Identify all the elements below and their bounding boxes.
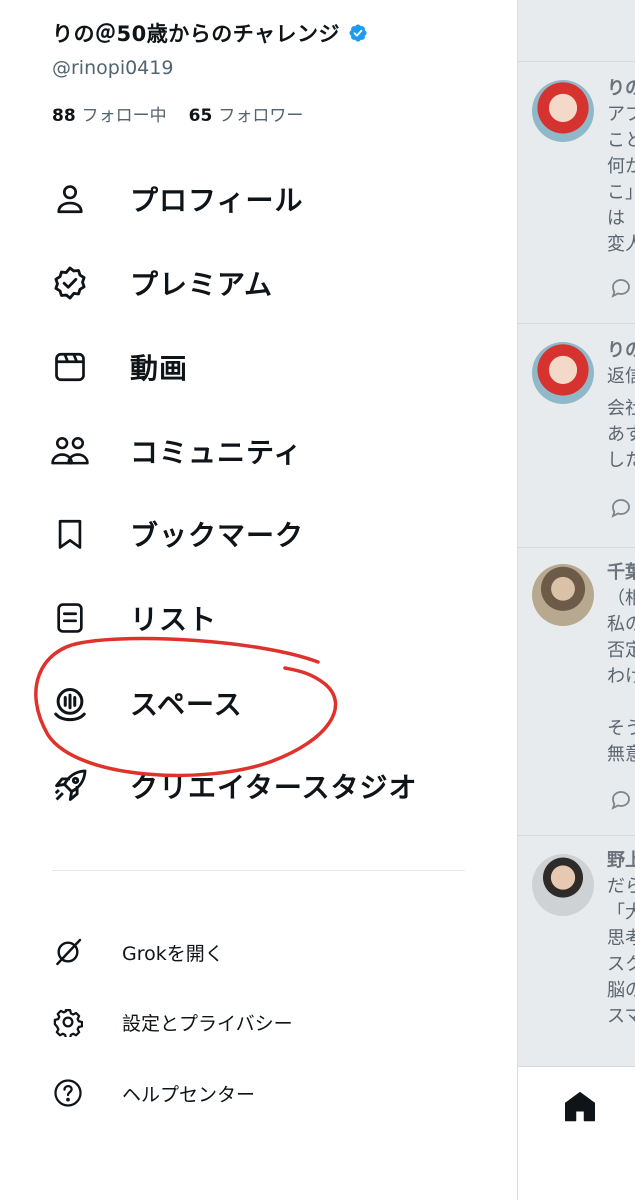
menu-divider xyxy=(52,870,465,871)
help-icon xyxy=(50,1075,86,1111)
menu-item-premium[interactable]: プレミアム xyxy=(50,253,490,313)
tweet[interactable]: りの アプ こと 何か こ」 は「 変人 xyxy=(518,62,635,324)
rocket-icon xyxy=(50,766,90,806)
menu-item-bookmarks[interactable]: ブックマーク xyxy=(50,504,490,564)
followers-label: フォロワー xyxy=(218,106,304,126)
avatar[interactable] xyxy=(532,342,594,404)
tweet-text: りの アプ こと 何か こ」 は「 変人 xyxy=(607,78,635,255)
menu-label-spaces: スペース xyxy=(130,688,243,721)
navigation-drawer: りの＠50歳からのチャレンジ @rinopi0419 88 フォロー中 65 フォロ… xyxy=(0,0,517,1200)
menu-item-settings[interactable]: 設定とプライバシー xyxy=(50,1000,470,1044)
timeline-background: りの アプ こと 何か こ」 は「 変人 りの 返信 会社 あす した 千葉 （… xyxy=(517,0,635,1200)
tweet-text: 野上 だら 「大 思考 スク 脳の スマ xyxy=(607,850,635,1027)
menu-label-help: ヘルプセンター xyxy=(122,1083,256,1106)
following-link[interactable]: 88 フォロー中 xyxy=(52,101,167,126)
profile-name-text: りの＠50歳からのチャレンジ xyxy=(52,22,341,46)
verified-badge-icon xyxy=(349,24,367,42)
menu-item-communities[interactable]: コミュニティ xyxy=(50,421,490,481)
menu-label-grok: Grokを開く xyxy=(122,942,224,965)
menu-item-help[interactable]: ヘルプセンター xyxy=(50,1071,470,1115)
menu-item-profile[interactable]: プロフィール xyxy=(50,169,490,229)
menu-item-creator-studio[interactable]: クリエイタースタジオ xyxy=(50,756,490,816)
following-label: フォロー中 xyxy=(81,106,167,126)
bottom-tab-bar xyxy=(518,1066,635,1200)
menu-label-communities: コミュニティ xyxy=(130,436,303,469)
avatar[interactable] xyxy=(532,854,594,916)
menu-label-lists: リスト xyxy=(130,603,218,636)
menu-item-lists[interactable]: リスト xyxy=(50,588,490,648)
menu-label-premium: プレミアム xyxy=(130,268,274,301)
person-icon xyxy=(50,179,90,219)
spaces-icon xyxy=(50,683,90,723)
following-count: 88 xyxy=(52,106,76,126)
bookmark-icon xyxy=(50,514,90,554)
menu-label-video: 動画 xyxy=(130,352,189,385)
avatar[interactable] xyxy=(532,80,594,142)
reply-icon[interactable] xyxy=(608,496,634,520)
avatar[interactable] xyxy=(532,564,594,626)
reply-icon[interactable] xyxy=(608,276,634,300)
premium-badge-icon xyxy=(50,263,90,303)
video-icon xyxy=(50,347,90,387)
followers-count: 65 xyxy=(188,106,213,126)
menu-label-profile: プロフィール xyxy=(130,184,304,217)
list-icon xyxy=(50,598,90,638)
profile-handle[interactable]: @rinopi0419 xyxy=(52,57,173,79)
menu-item-grok[interactable]: Grokを開く xyxy=(50,930,470,974)
tweet[interactable]: りの 返信 会社 あす した xyxy=(518,324,635,548)
menu-label-settings: 設定とプライバシー xyxy=(122,1012,293,1035)
tweet[interactable]: 野上 だら 「大 思考 スク 脳の スマ xyxy=(518,836,635,1066)
menu-item-spaces[interactable]: スペース xyxy=(50,673,490,733)
grok-icon xyxy=(50,934,86,970)
followers-link[interactable]: 65 フォロワー xyxy=(189,101,304,126)
menu-item-video[interactable]: 動画 xyxy=(50,337,490,397)
tweet-text: りの 返信 会社 あす した xyxy=(607,340,635,471)
tweet[interactable]: 千葉 （相 私の 否定 わけ そう 無意 xyxy=(518,548,635,836)
communities-icon xyxy=(50,431,90,471)
reply-icon[interactable] xyxy=(608,788,634,812)
menu-label-creator-studio: クリエイタースタジオ xyxy=(130,771,418,804)
home-icon[interactable] xyxy=(562,1089,598,1125)
timeline-header xyxy=(518,0,635,62)
menu-label-bookmarks: ブックマーク xyxy=(130,519,305,552)
follow-stats: 88 フォロー中 65 フォロワー xyxy=(52,101,303,126)
gear-icon xyxy=(50,1004,86,1040)
tweet-text: 千葉 （相 私の 否定 わけ そう 無意 xyxy=(607,562,635,765)
profile-name[interactable]: りの＠50歳からのチャレンジ xyxy=(52,18,368,48)
